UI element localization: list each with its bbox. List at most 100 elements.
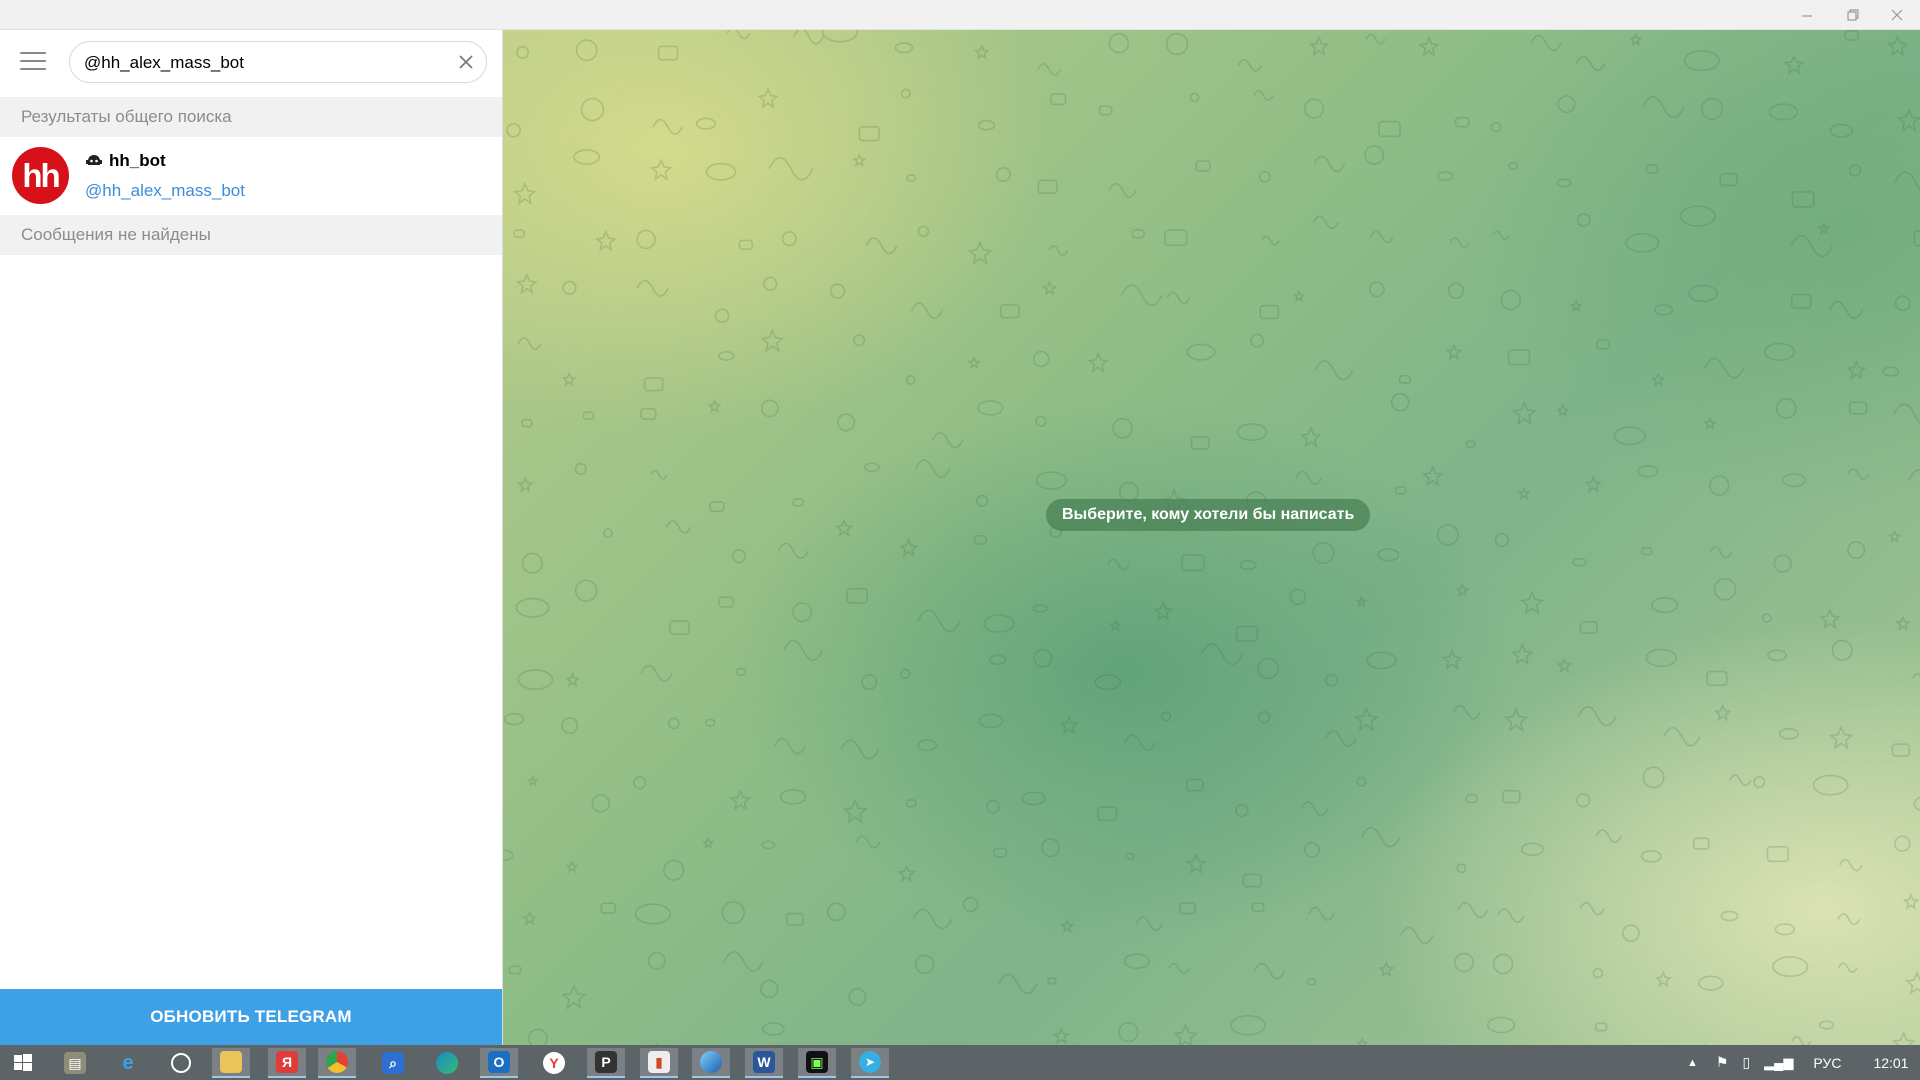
p-app-icon: P — [595, 1051, 617, 1073]
taskbar-presentation[interactable]: ▮ — [640, 1048, 678, 1078]
doodle-shape — [1817, 221, 1831, 235]
network-icon[interactable]: ▂▄▆ — [1764, 1055, 1793, 1071]
doodle-shape — [762, 1022, 785, 1036]
taskbar: ▤ e Я ⌕ O Y P ▮ W ▣ ➤ ▲ ⚑ ▯ ▂▄▆ РУС 12:0… — [0, 1045, 1920, 1080]
doodle-shape — [1253, 962, 1286, 980]
telegram-icon: ➤ — [859, 1051, 881, 1073]
close-button[interactable] — [1874, 0, 1920, 30]
doodle-shape — [663, 859, 685, 881]
taskbar-outlook[interactable]: O — [480, 1048, 518, 1078]
doodle-pattern — [503, 30, 1920, 1045]
flag-icon[interactable]: ⚑ — [1716, 1054, 1729, 1071]
doodle-shape — [650, 470, 668, 480]
doodle-shape — [1304, 842, 1320, 858]
clock[interactable]: 12:01 — [1873, 1055, 1908, 1071]
taskbar-word[interactable]: W — [745, 1048, 783, 1078]
doodle-shape — [603, 528, 613, 539]
doodle-shape — [1306, 978, 1317, 986]
doodle-shape — [906, 174, 917, 182]
doodle-shape — [905, 374, 916, 385]
taskbar-terminal[interactable]: ▣ — [798, 1048, 836, 1078]
doodle-shape — [1260, 235, 1280, 246]
doodle-shape — [565, 672, 581, 688]
doodle-shape — [768, 157, 814, 181]
doodle-shape — [1653, 304, 1674, 316]
doodle-shape — [1436, 524, 1459, 546]
taskbar-p-app[interactable]: P — [587, 1048, 625, 1078]
taskbar-search-app[interactable]: ⌕ — [378, 1048, 408, 1078]
doodle-shape — [894, 42, 914, 54]
doodle-shape — [731, 549, 747, 564]
doodle-shape — [777, 542, 809, 559]
doodle-shape — [528, 1028, 548, 1045]
doodle-shape — [1112, 417, 1133, 439]
update-telegram-button[interactable]: ОБНОВИТЬ TELEGRAM — [0, 989, 502, 1045]
doodle-shape — [1235, 625, 1259, 642]
doodle-shape — [649, 158, 673, 182]
doodle-shape — [1640, 546, 1653, 556]
doodle-shape — [1584, 475, 1603, 494]
doodle-shape — [967, 355, 981, 370]
yandex-browser-icon: Я — [276, 1051, 298, 1073]
doodle-shape — [1902, 893, 1920, 910]
hamburger-menu-icon[interactable] — [20, 52, 46, 72]
doodle-shape — [781, 231, 797, 247]
clear-search-icon[interactable] — [456, 52, 476, 72]
doodle-shape — [826, 902, 846, 922]
doodle-shape — [1186, 343, 1216, 361]
taskbar-browser-app[interactable] — [692, 1048, 730, 1078]
doodle-shape — [973, 535, 987, 545]
taskbar-yandex[interactable]: Y — [539, 1048, 569, 1078]
taskbar-internet-explorer[interactable]: e — [113, 1048, 143, 1078]
doodle-shape — [1108, 182, 1138, 198]
doodle-shape — [1107, 558, 1130, 571]
taskbar-yandex-browser[interactable]: Я — [268, 1048, 306, 1078]
show-hidden-icons-icon[interactable]: ▲ — [1687, 1057, 1698, 1069]
taskbar-file-explorer[interactable] — [212, 1048, 250, 1078]
no-messages-header: Сообщения не найдены — [0, 215, 502, 255]
yandex-icon: Y — [543, 1052, 565, 1074]
taskbar-chrome[interactable] — [318, 1048, 356, 1078]
language-indicator[interactable]: РУС — [1813, 1055, 1841, 1071]
doodle-shape — [721, 900, 745, 925]
doodle-shape — [897, 864, 916, 883]
doodle-shape — [1032, 603, 1048, 613]
doodle-shape — [1640, 849, 1662, 863]
doodle-shape — [1613, 426, 1646, 446]
taskbar-file-manager[interactable]: ▤ — [60, 1048, 90, 1078]
doodle-shape — [1579, 620, 1598, 634]
doodle-shape — [1178, 902, 1196, 915]
doodle-shape — [1891, 743, 1911, 757]
doodle-shape — [513, 181, 537, 206]
doodle-shape — [1314, 360, 1354, 381]
doodle-shape — [1165, 32, 1189, 56]
doodle-shape — [1847, 468, 1870, 481]
taskbar-edge[interactable] — [432, 1048, 462, 1078]
doodle-shape — [726, 30, 751, 40]
search-result-item[interactable]: hh hh_bot @hh_alex_mass_bot — [0, 137, 502, 215]
doodle-shape — [1512, 400, 1537, 426]
doodle-shape — [1838, 858, 1863, 872]
doodle-shape — [1465, 793, 1478, 804]
search-box[interactable] — [69, 41, 487, 84]
doodle-shape — [785, 912, 805, 926]
restore-button[interactable] — [1830, 0, 1876, 30]
doodle-shape — [508, 965, 522, 975]
doodle-shape — [1324, 673, 1338, 687]
doodle-shape — [1369, 230, 1394, 244]
doodle-shape — [1887, 529, 1902, 544]
doodle-shape — [1377, 548, 1400, 562]
doodle-shape — [1124, 734, 1157, 751]
doodle-shape — [647, 951, 666, 971]
doodle-shape — [1663, 726, 1701, 747]
search-input[interactable] — [82, 42, 446, 84]
system-tray: ▲ ⚑ ▯ ▂▄▆ РУС 12:01 — [1687, 1045, 1908, 1080]
doodle-shape — [997, 973, 1038, 995]
doodle-shape — [1421, 464, 1444, 487]
battery-icon[interactable]: ▯ — [1742, 1054, 1750, 1071]
minimize-button[interactable] — [1784, 0, 1830, 30]
start-button[interactable] — [8, 1048, 38, 1078]
taskbar-browser[interactable] — [166, 1048, 196, 1078]
doodle-shape — [562, 280, 577, 295]
taskbar-telegram[interactable]: ➤ — [851, 1048, 889, 1078]
